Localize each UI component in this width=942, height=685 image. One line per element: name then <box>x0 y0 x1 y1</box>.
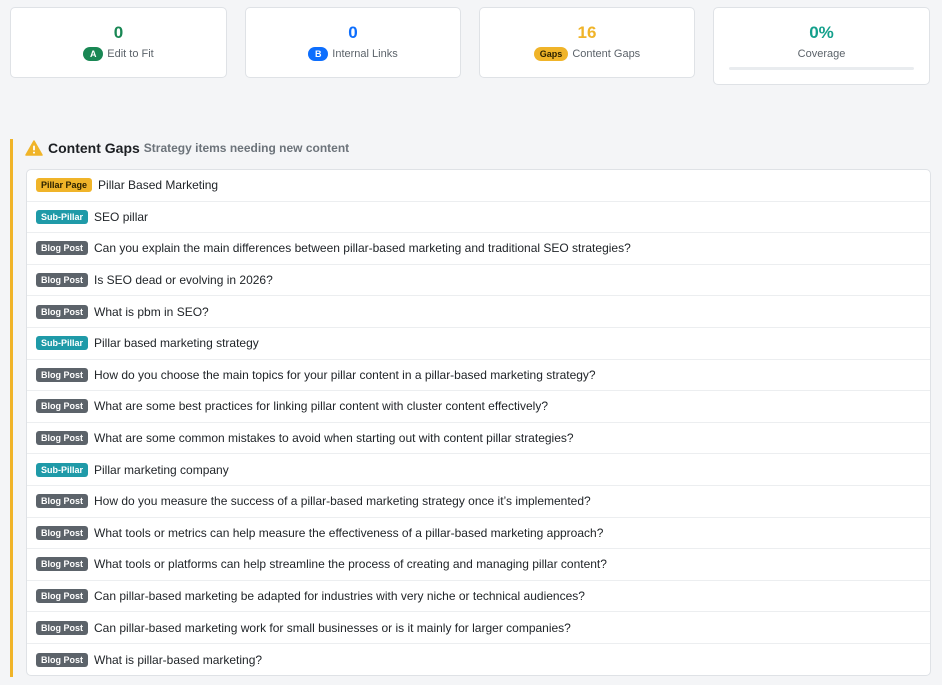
content-gaps-section: Content Gaps Strategy items needing new … <box>10 139 931 677</box>
coverage-progress-bar <box>729 67 914 70</box>
gap-list-item[interactable]: Sub-Pillar SEO pillar <box>27 202 930 234</box>
gap-title: Can pillar-based marketing be adapted fo… <box>94 589 585 604</box>
gap-title: What is pillar-based marketing? <box>94 652 263 667</box>
stat-value: 0 <box>113 23 124 42</box>
stat-card-content-gaps[interactable]: 16 Gaps Content Gaps <box>479 7 695 78</box>
stat-badge: B <box>308 47 329 61</box>
warning-icon <box>25 140 43 156</box>
gap-list-item[interactable]: Blog Post What are some common mistakes t… <box>27 423 930 455</box>
gap-type-badge: Blog Post <box>36 652 88 667</box>
gap-title: How do you choose the main topics for yo… <box>94 367 596 382</box>
gap-type-badge: Blog Post <box>36 399 88 414</box>
gap-list-item[interactable]: Blog Post Can pillar-based marketing work… <box>27 612 930 644</box>
gap-title: Can pillar-based marketing work for smal… <box>94 620 571 635</box>
gap-list-item[interactable]: Blog Post What are some best practices fo… <box>27 391 930 423</box>
gap-type-badge: Blog Post <box>36 557 88 572</box>
gap-list-item[interactable]: Blog Post How do you measure the success … <box>27 486 930 518</box>
gap-title: Is SEO dead or evolving in 2026? <box>94 273 273 288</box>
gap-list-item[interactable]: Blog Post What is pillar-based marketing? <box>27 644 930 675</box>
gap-list-item[interactable]: Blog Post What tools or platforms can hel… <box>27 549 930 581</box>
stat-label: Edit to Fit <box>107 48 154 60</box>
gap-type-badge: Blog Post <box>36 620 88 635</box>
gap-title: Pillar based marketing strategy <box>94 336 259 351</box>
gap-type-badge: Blog Post <box>36 304 88 319</box>
gap-title: What are some common mistakes to avoid w… <box>94 431 574 446</box>
stat-value: 0 <box>348 23 358 42</box>
gap-title: How do you measure the success of a pill… <box>94 494 591 509</box>
stat-value: 0% <box>809 23 834 42</box>
stat-label: Internal Links <box>332 48 398 60</box>
gap-type-badge: Sub-Pillar <box>36 462 89 477</box>
gap-list-item[interactable]: Blog Post Can you explain the main differ… <box>27 233 930 265</box>
gap-title: Pillar Based Marketing <box>98 178 219 193</box>
stat-label-row: Gaps Content Gaps <box>480 47 694 61</box>
stat-card-internal-links[interactable]: 0 B Internal Links <box>245 7 461 78</box>
section-subtitle: Strategy items needing new content <box>143 141 350 155</box>
gap-title: SEO pillar <box>94 209 149 224</box>
stat-card-edit-to-fit[interactable]: 0 A Edit to Fit <box>10 7 227 78</box>
gap-list-item[interactable]: Blog Post Can pillar-based marketing be a… <box>27 581 930 613</box>
gap-title: What tools or platforms can help streaml… <box>94 557 607 572</box>
gap-type-badge: Pillar Page <box>36 178 93 193</box>
gap-type-badge: Sub-Pillar <box>36 209 89 224</box>
stats-bar: 0 A Edit to Fit 0 B Internal Links 16 Ga… <box>10 7 930 85</box>
stat-value: 16 <box>577 23 597 42</box>
gap-list-item[interactable]: Pillar Page Pillar Based Marketing <box>27 170 930 202</box>
stat-label-row: A Edit to Fit <box>11 47 226 61</box>
gap-type-badge: Blog Post <box>36 589 88 604</box>
gap-type-badge: Blog Post <box>36 494 88 509</box>
gap-type-badge: Blog Post <box>36 273 88 288</box>
gap-list-item[interactable]: Sub-Pillar Pillar marketing company <box>27 454 930 486</box>
gap-list-item[interactable]: Blog Post How do you choose the main topi… <box>27 360 930 392</box>
section-title: Content Gaps <box>48 140 140 156</box>
gap-type-badge: Sub-Pillar <box>36 336 89 351</box>
gap-title: What is pbm in SEO? <box>94 304 209 319</box>
gap-list: Pillar Page Pillar Based Marketing Sub-Pil… <box>26 169 931 676</box>
stat-label: Content Gaps <box>572 48 641 60</box>
gap-list-item[interactable]: Blog Post Is SEO dead or evolving in 2026… <box>27 265 930 297</box>
gap-title: What are some best practices for linking… <box>94 399 548 414</box>
gap-list-item[interactable]: Blog Post What tools or metrics can help … <box>27 518 930 550</box>
gap-type-badge: Blog Post <box>36 525 88 540</box>
stat-badge: Gaps <box>533 47 569 61</box>
stat-label-row: B Internal Links <box>246 47 460 61</box>
gap-type-badge: Blog Post <box>36 431 88 446</box>
stat-label: Coverage <box>797 48 846 60</box>
gap-title: Pillar marketing company <box>94 462 229 477</box>
gap-title: Can you explain the main differences bet… <box>94 241 631 256</box>
gap-title: What tools or metrics can help measure t… <box>94 525 604 540</box>
stat-label-row: Coverage <box>714 47 929 61</box>
gap-type-badge: Blog Post <box>36 241 88 256</box>
gap-type-badge: Blog Post <box>36 367 88 382</box>
section-header: Content Gaps Strategy items needing new … <box>25 139 349 157</box>
stat-badge: A <box>83 47 104 61</box>
stat-card-coverage: 0% Coverage <box>713 7 930 85</box>
gap-list-item[interactable]: Sub-Pillar Pillar based marketing strateg… <box>27 328 930 360</box>
gap-list-item[interactable]: Blog Post What is pbm in SEO? <box>27 296 930 328</box>
